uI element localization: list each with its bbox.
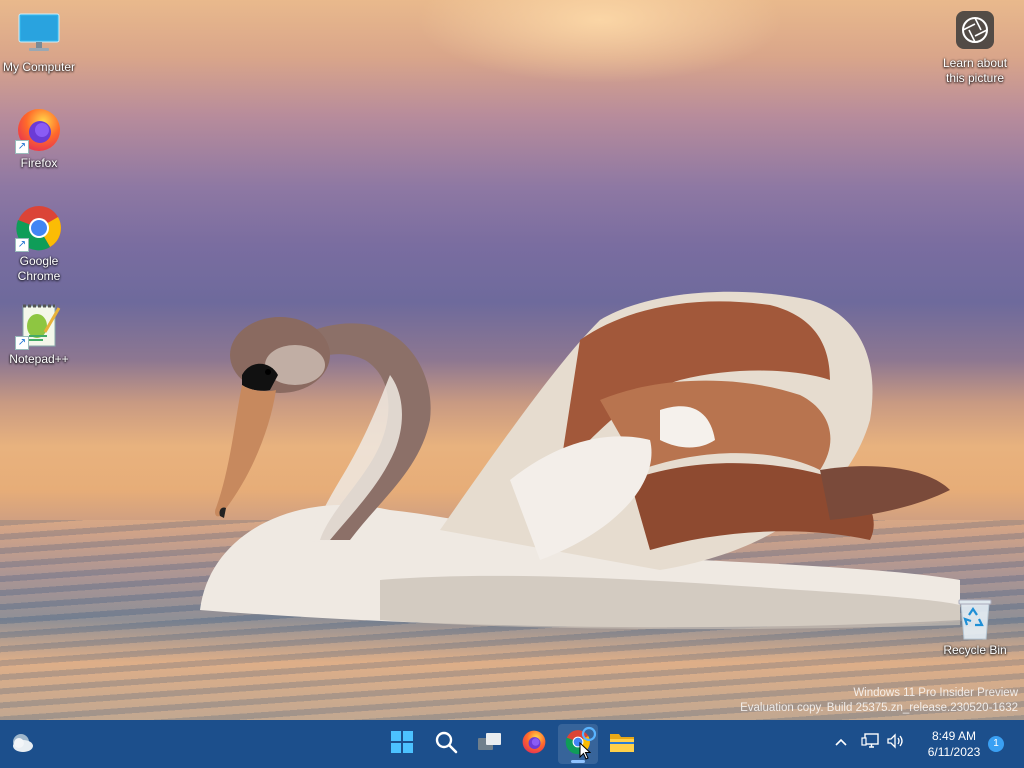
watermark-line-1: Windows 11 Pro Insider Preview <box>853 687 1018 699</box>
clock-time: 8:49 AM <box>931 729 977 743</box>
desktop-icon-recycle-bin[interactable]: Recycle Bin <box>937 597 1013 658</box>
learn-about-picture-icon[interactable]: Learn about this picture <box>937 10 1013 86</box>
windows-start-icon <box>390 730 414 759</box>
notification-badge[interactable]: 1 <box>988 736 1004 752</box>
desktop-icon-google-chrome[interactable]: ↗ Google Chrome <box>1 204 77 284</box>
taskbar-clock[interactable]: 8:49 AM 6/11/2023 <box>910 728 998 760</box>
monitor-icon <box>15 10 63 58</box>
volume-icon <box>886 732 904 754</box>
task-view-icon <box>477 730 503 759</box>
firefox-icon <box>521 729 547 760</box>
mouse-cursor-icon <box>579 741 592 765</box>
desktop-icon-label: My Computer <box>2 60 76 74</box>
desktop-icon-notepadpp[interactable]: ↗ Notepad++ <box>1 302 77 367</box>
chrome-icon: ↗ <box>15 204 63 252</box>
camera-lens-icon <box>955 10 995 50</box>
windows-evaluation-watermark: Windows 11 Pro Insider Preview Evaluatio… <box>740 686 1018 716</box>
taskbar: 8:49 AM 6/11/2023 <box>0 720 1024 768</box>
shortcut-arrow-icon: ↗ <box>15 238 29 252</box>
shortcut-arrow-icon: ↗ <box>15 336 29 350</box>
desktop-icon-label: Google Chrome <box>17 254 61 283</box>
volume-button[interactable] <box>884 732 906 754</box>
shortcut-arrow-icon: ↗ <box>15 140 29 154</box>
clock-date: 6/11/2023 <box>927 745 981 759</box>
taskbar-file-explorer-button[interactable] <box>602 724 642 764</box>
weather-cloud-icon <box>9 729 35 760</box>
chevron-up-icon <box>834 734 848 752</box>
desktop-wallpaper: My Computer ↗ Firefox ↗ Google Chrome ↗ … <box>0 0 1024 720</box>
recycle-bin-icon <box>953 597 997 641</box>
taskbar-start-button[interactable] <box>382 724 422 764</box>
search-icon <box>434 730 458 759</box>
desktop-icon-firefox[interactable]: ↗ Firefox <box>1 106 77 171</box>
swan-wallpaper-image <box>200 291 960 630</box>
watermark-line-2: Evaluation copy. Build 25375.zn_release.… <box>740 702 1018 714</box>
taskbar-chrome-button[interactable] <box>558 724 598 764</box>
network-button[interactable] <box>860 732 882 754</box>
learn-about-picture-label: Learn about this picture <box>942 56 1008 85</box>
show-hidden-icons-button[interactable] <box>830 732 852 754</box>
folder-icon <box>609 731 635 758</box>
desktop-icon-label: Recycle Bin <box>943 643 1007 657</box>
taskbar-task-view-button[interactable] <box>470 724 510 764</box>
notepadpp-icon: ↗ <box>15 302 63 350</box>
network-icon <box>861 732 881 755</box>
taskbar-search-button[interactable] <box>426 724 466 764</box>
desktop-icon-label: Firefox <box>20 156 58 170</box>
firefox-icon: ↗ <box>15 106 63 154</box>
desktop-icon-label: Notepad++ <box>9 352 69 366</box>
widgets-button[interactable] <box>2 724 42 764</box>
taskbar-firefox-button[interactable] <box>514 724 554 764</box>
desktop-icon-my-computer[interactable]: My Computer <box>1 10 77 75</box>
